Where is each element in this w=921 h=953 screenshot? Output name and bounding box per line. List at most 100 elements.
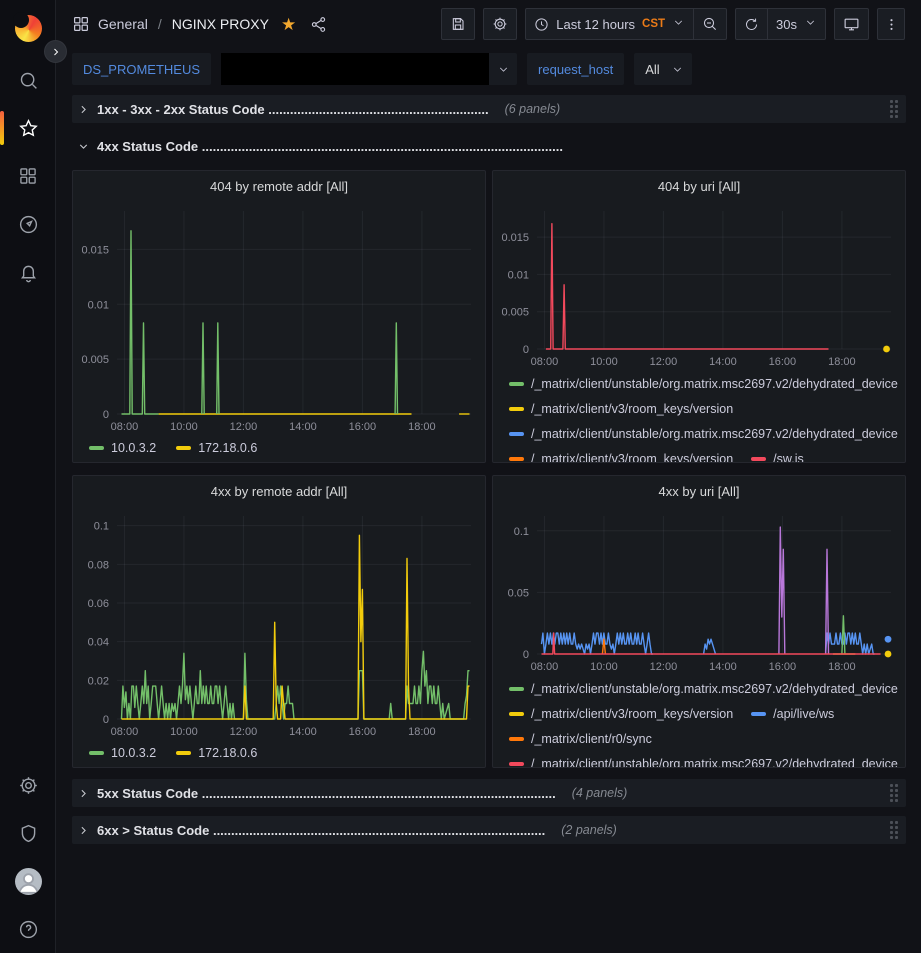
sidebar-item-dashboards[interactable] [0, 152, 56, 200]
svg-text:12:00: 12:00 [230, 421, 258, 433]
zoom-out-time-button[interactable] [694, 8, 727, 40]
kebab-menu-icon [884, 17, 899, 32]
svg-text:18:00: 18:00 [408, 726, 436, 738]
legend-swatch [509, 712, 524, 716]
variable-value-ds-prometheus[interactable] [221, 53, 517, 85]
share-icon[interactable] [310, 16, 327, 33]
row-6xx[interactable]: 6xx > Status Code ......................… [72, 816, 906, 844]
row-title: 5xx Status Code ........................… [97, 786, 556, 801]
legend-item[interactable]: /_matrix/client/v3/room_keys/version [509, 450, 733, 463]
row-drag-handle[interactable] [888, 782, 900, 804]
legend-label: 10.0.3.2 [111, 441, 156, 455]
variable-value-request-host[interactable]: All [634, 53, 691, 85]
sidebar-item-explore[interactable] [0, 200, 56, 248]
svg-text:0.01: 0.01 [508, 269, 529, 281]
legend-swatch [509, 407, 524, 411]
time-series-chart[interactable]: 00.0050.010.01508:0010:0012:0014:0016:00… [493, 201, 905, 371]
sidebar-item-search[interactable] [0, 56, 56, 104]
legend-label: /_matrix/client/unstable/org.matrix.msc2… [531, 427, 898, 441]
more-options-button[interactable] [877, 8, 905, 40]
variable-label-ds-prometheus[interactable]: DS_PROMETHEUS [72, 53, 211, 85]
chevron-right-icon [50, 46, 62, 58]
panel-title[interactable]: 4xx by remote addr [All] [73, 476, 485, 506]
chevron-down-icon [671, 63, 684, 76]
time-series-chart[interactable]: 00.0050.010.01508:0010:0012:0014:0016:00… [73, 201, 485, 436]
variable-label-request-host[interactable]: request_host [527, 53, 624, 85]
legend-label: /_matrix/client/unstable/org.matrix.msc2… [531, 757, 898, 769]
panel-legend: /_matrix/client/unstable/org.matrix.msc2… [493, 375, 905, 463]
row-5xx[interactable]: 5xx Status Code ........................… [72, 779, 906, 807]
legend-swatch [509, 762, 524, 766]
legend-item[interactable]: /api/live/ws [751, 705, 834, 722]
grafana-logo-icon [15, 15, 42, 42]
panel-title[interactable]: 4xx by uri [All] [493, 476, 905, 506]
dashboard-settings-button[interactable] [483, 8, 517, 40]
refresh-interval-picker[interactable]: 30s [768, 8, 826, 40]
legend-swatch [509, 687, 524, 691]
legend-item[interactable]: 172.18.0.6 [176, 744, 257, 761]
save-dashboard-button[interactable] [441, 8, 475, 40]
time-range-picker[interactable]: Last 12 hours CST [525, 8, 694, 40]
variable-value-label: All [634, 62, 663, 77]
sidebar [0, 0, 56, 953]
time-series-chart[interactable]: 00.050.108:0010:0012:0014:0016:0018:00 [493, 506, 905, 676]
legend-item[interactable]: /_matrix/client/v3/room_keys/version [509, 705, 733, 722]
legend-swatch [509, 432, 524, 436]
tv-mode-button[interactable] [834, 8, 869, 40]
sidebar-item-server-admin[interactable] [0, 809, 56, 857]
time-series-chart[interactable]: 00.020.040.060.080.108:0010:0012:0014:00… [73, 506, 485, 741]
panel-4xx-by-uri: 4xx by uri [All] 00.050.108:0010:0012:00… [492, 475, 906, 768]
svg-text:0.02: 0.02 [88, 675, 109, 687]
row-panel-count: (6 panels) [505, 102, 561, 116]
legend-item[interactable]: /_matrix/client/r0/sync [509, 730, 652, 747]
row-1xx-3xx-2xx[interactable]: 1xx - 3xx - 2xx Status Code ............… [72, 95, 906, 123]
sidebar-item-profile[interactable] [0, 857, 56, 905]
legend-label: 10.0.3.2 [111, 746, 156, 760]
svg-text:0.04: 0.04 [88, 637, 109, 649]
legend-item[interactable]: /sw.js [751, 450, 804, 463]
legend-label: /api/live/ws [773, 707, 834, 721]
sidebar-item-starred[interactable] [0, 104, 56, 152]
svg-text:0: 0 [103, 714, 109, 726]
refresh-icon [744, 17, 759, 32]
legend-item[interactable]: 172.18.0.6 [176, 439, 257, 456]
breadcrumb-section[interactable]: General [98, 16, 148, 32]
legend-label: /_matrix/client/unstable/org.matrix.msc2… [531, 682, 898, 696]
svg-text:08:00: 08:00 [111, 726, 139, 738]
legend-label: /sw.js [773, 452, 804, 464]
legend-label: /_matrix/client/v3/room_keys/version [531, 402, 733, 416]
legend-item[interactable]: /_matrix/client/unstable/org.matrix.msc2… [509, 755, 898, 768]
svg-text:0: 0 [103, 409, 109, 421]
svg-text:18:00: 18:00 [828, 661, 856, 673]
legend-item[interactable]: 10.0.3.2 [89, 744, 156, 761]
dashboard-title[interactable]: NGINX PROXY [172, 16, 269, 32]
legend-label: 172.18.0.6 [198, 746, 257, 760]
time-range-label: Last 12 hours [556, 17, 635, 32]
redacted-datasource-value [221, 53, 489, 85]
save-icon [450, 16, 466, 32]
legend-item[interactable]: /_matrix/client/unstable/org.matrix.msc2… [509, 680, 898, 697]
refresh-button[interactable] [735, 8, 768, 40]
legend-item[interactable]: 10.0.3.2 [89, 439, 156, 456]
sidebar-expand-button[interactable] [44, 40, 67, 63]
legend-item[interactable]: /_matrix/client/unstable/org.matrix.msc2… [509, 425, 898, 442]
legend-swatch [176, 751, 191, 755]
monitor-icon [843, 16, 860, 33]
panel-title[interactable]: 404 by uri [All] [493, 171, 905, 201]
time-picker-group: Last 12 hours CST [525, 8, 727, 40]
favorite-star-icon[interactable]: ★ [281, 16, 296, 33]
row-drag-handle[interactable] [888, 98, 900, 120]
panel-title[interactable]: 404 by remote addr [All] [73, 171, 485, 201]
row-4xx[interactable]: 4xx Status Code ........................… [72, 132, 906, 160]
sidebar-bottom-group [0, 761, 56, 953]
row-drag-handle[interactable] [888, 819, 900, 841]
legend-item[interactable]: /_matrix/client/v3/room_keys/version [509, 400, 733, 417]
svg-text:14:00: 14:00 [289, 726, 317, 738]
sidebar-item-help[interactable] [0, 905, 56, 953]
timezone-label: CST [642, 18, 665, 30]
legend-item[interactable]: /_matrix/client/unstable/org.matrix.msc2… [509, 375, 898, 392]
sidebar-item-configuration[interactable] [0, 761, 56, 809]
chart-4xx-by-remote-addr: 00.020.040.060.080.108:0010:0012:0014:00… [73, 506, 485, 741]
svg-text:14:00: 14:00 [709, 356, 737, 368]
sidebar-item-alerting[interactable] [0, 248, 56, 296]
